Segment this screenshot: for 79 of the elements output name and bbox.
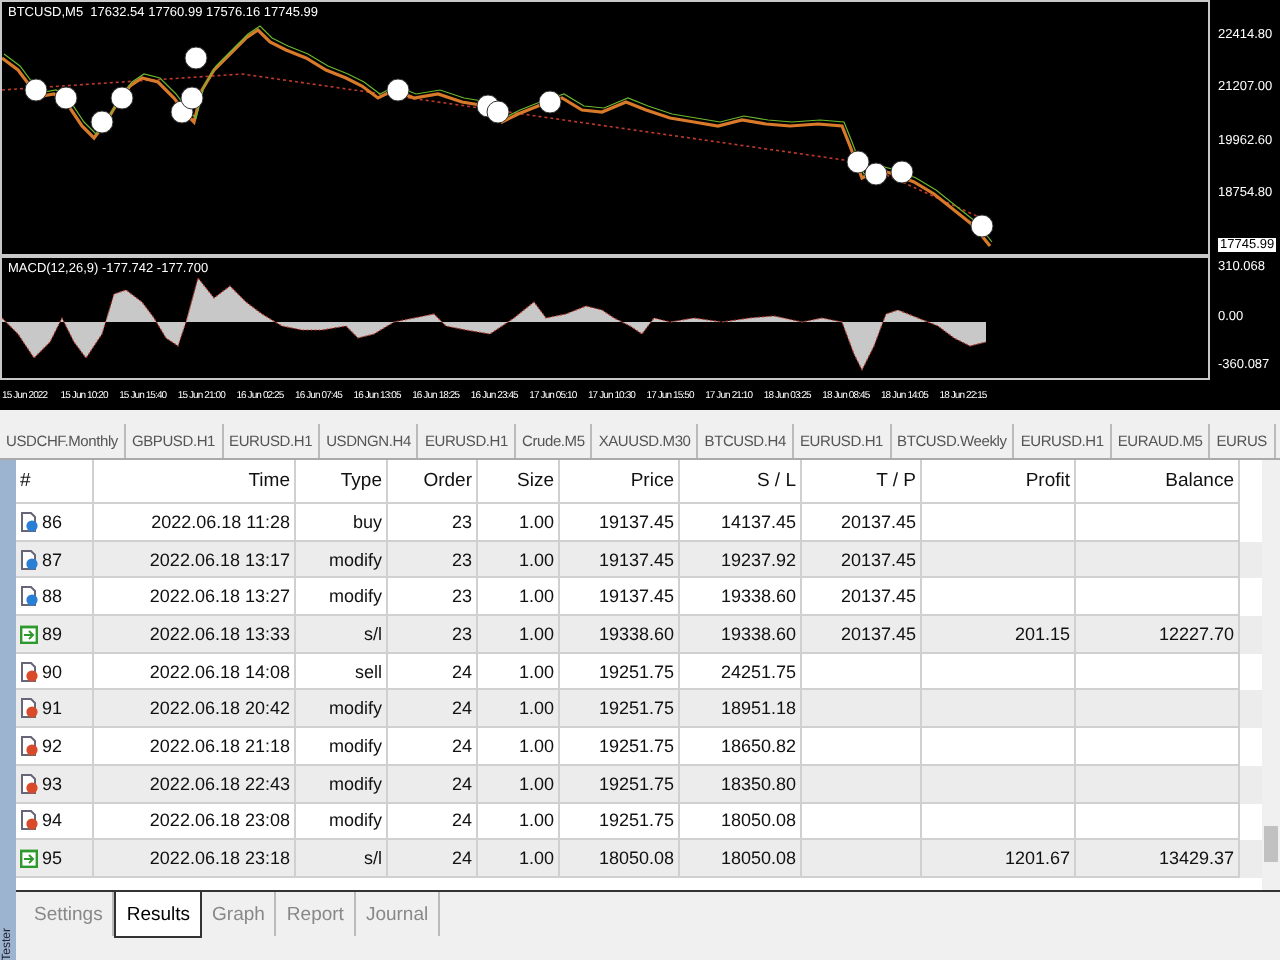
table-cell: 2022.06.18 22:43 bbox=[94, 765, 296, 803]
trade-marker bbox=[890, 160, 914, 184]
trade-marker bbox=[538, 90, 562, 114]
table-cell: 2022.06.18 20:42 bbox=[94, 690, 296, 729]
row-number: 88 bbox=[42, 586, 63, 607]
table-cell bbox=[802, 765, 922, 803]
table-cell: 1.00 bbox=[478, 541, 560, 579]
trade-marker bbox=[386, 78, 410, 102]
arrow-icon bbox=[20, 848, 38, 869]
column-header: Balance bbox=[1076, 460, 1240, 504]
trade-marker bbox=[486, 100, 510, 124]
scrollbar[interactable] bbox=[1262, 460, 1280, 890]
table-cell bbox=[802, 840, 922, 878]
trade-marker bbox=[24, 78, 48, 102]
row-number: 94 bbox=[42, 810, 63, 831]
document-icon bbox=[20, 549, 38, 570]
table-cell: 19237.92 bbox=[680, 541, 802, 579]
row-number: 95 bbox=[42, 848, 63, 869]
column-header: Order bbox=[388, 460, 478, 504]
table-cell: 1201.67 bbox=[922, 840, 1076, 878]
table-cell: 18050.08 bbox=[680, 840, 802, 878]
table-cell: 19137.45 bbox=[560, 541, 680, 579]
column-header: Time bbox=[94, 460, 296, 504]
table-cell: 19338.60 bbox=[560, 616, 680, 654]
table-cell: s/l bbox=[296, 616, 388, 654]
row-number: 92 bbox=[42, 735, 63, 756]
column-header: Type bbox=[296, 460, 388, 504]
row-number: 90 bbox=[42, 661, 63, 682]
table-cell: 1.00 bbox=[478, 840, 560, 878]
table-cell: 18050.08 bbox=[560, 840, 680, 878]
table-cell: 1.00 bbox=[478, 765, 560, 803]
table-cell: 1.00 bbox=[478, 616, 560, 654]
table-cell: 24 bbox=[388, 765, 478, 803]
column-header: Profit bbox=[922, 460, 1076, 504]
table-cell: 201.15 bbox=[922, 616, 1076, 654]
table-cell: s/l bbox=[296, 840, 388, 878]
table-cell: 19338.60 bbox=[680, 616, 802, 654]
trade-marker bbox=[110, 86, 134, 110]
table-cell bbox=[802, 690, 922, 729]
table-cell: 18350.80 bbox=[680, 765, 802, 803]
column-header: Price bbox=[560, 460, 680, 504]
table-cell: 23 bbox=[388, 616, 478, 654]
document-icon bbox=[20, 698, 38, 719]
table-cell: 2022.06.18 23:18 bbox=[94, 840, 296, 878]
table-cell: 23 bbox=[388, 541, 478, 579]
trade-marker bbox=[970, 214, 994, 238]
table-cell: 2022.06.18 13:33 bbox=[94, 616, 296, 654]
table-cell: 18951.18 bbox=[680, 690, 802, 729]
trade-marker bbox=[54, 86, 78, 110]
panel-tab[interactable]: Results bbox=[114, 892, 203, 938]
row-number: 89 bbox=[42, 623, 63, 644]
row-number: 93 bbox=[42, 773, 63, 794]
trade-marker bbox=[864, 162, 888, 186]
column-header: S / L bbox=[680, 460, 802, 504]
document-icon bbox=[20, 773, 38, 794]
column-header: T / P bbox=[802, 460, 922, 504]
trade-marker bbox=[184, 46, 208, 70]
table-cell: 12227.70 bbox=[1076, 616, 1240, 654]
row-number: 87 bbox=[42, 549, 63, 570]
table-cell: modify bbox=[296, 765, 388, 803]
table-cell: 1.00 bbox=[478, 690, 560, 729]
table-cell: 24 bbox=[388, 840, 478, 878]
row-number: 86 bbox=[42, 511, 63, 532]
trade-marker bbox=[180, 86, 204, 110]
trade-marker bbox=[90, 110, 114, 134]
trade-marker bbox=[846, 150, 870, 174]
table-cell: 19251.75 bbox=[560, 690, 680, 729]
table-cell: 13429.37 bbox=[1076, 840, 1240, 878]
table-cell: modify bbox=[296, 690, 388, 729]
table-cell: 20137.45 bbox=[802, 616, 922, 654]
table-cell: 24 bbox=[388, 690, 478, 729]
column-header: # bbox=[16, 460, 94, 504]
table-cell: 20137.45 bbox=[802, 541, 922, 579]
table-cell: modify bbox=[296, 541, 388, 579]
row-number: 91 bbox=[42, 698, 63, 719]
arrow-icon bbox=[20, 623, 38, 644]
column-header: Size bbox=[478, 460, 560, 504]
table-cell: 2022.06.18 13:17 bbox=[94, 541, 296, 579]
table-cell: 19251.75 bbox=[560, 765, 680, 803]
